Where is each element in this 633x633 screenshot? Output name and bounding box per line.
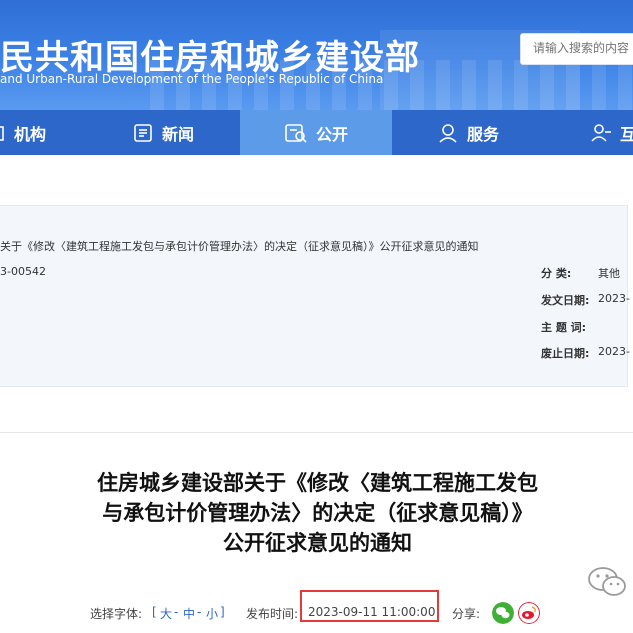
nav-item-service[interactable]: 服务 bbox=[437, 110, 547, 155]
wechat-share-icon[interactable] bbox=[492, 602, 514, 624]
nav-item-news[interactable]: 新闻 bbox=[132, 110, 242, 155]
interaction-icon bbox=[591, 123, 611, 142]
font-large-link[interactable]: 大 bbox=[160, 605, 172, 622]
font-medium-link[interactable]: 中 bbox=[183, 605, 195, 622]
publish-time-highlight bbox=[300, 590, 439, 622]
publish-time-label: 发布时间: bbox=[246, 607, 299, 621]
font-separator: - bbox=[174, 605, 179, 619]
nav-item-institutions[interactable]: 机构 bbox=[0, 110, 106, 155]
nav-item-disclosure[interactable]: 公开 bbox=[240, 110, 392, 155]
font-bracket-open: [ bbox=[152, 605, 157, 619]
document-title-field: 关于《修改〈建筑工程施工发包与承包计价管理办法〉的决定（征求意见稿）》公开征求意… bbox=[0, 240, 479, 253]
wechat-watermark-icon bbox=[588, 567, 626, 596]
article-title-line: 与承包计价管理办法〉的决定（征求意见稿）》 bbox=[102, 501, 533, 525]
article-title-line: 公开征求意见的通知 bbox=[223, 531, 412, 555]
search-box[interactable] bbox=[520, 33, 633, 65]
article-title: 住房城乡建设部关于《修改〈建筑工程施工发包 与承包计价管理办法〉的决定（征求意见… bbox=[40, 468, 595, 558]
nav-label: 新闻 bbox=[162, 124, 195, 144]
disclosure-icon bbox=[285, 123, 307, 143]
nav-item-interaction[interactable]: 互 bbox=[590, 110, 633, 155]
document-number-field: 3-00542 bbox=[0, 265, 46, 278]
main-nav: 机构 新闻 公开 服务 互 bbox=[0, 110, 633, 155]
site-subtitle: and Urban-Rural Development of the Peopl… bbox=[0, 72, 384, 86]
nav-label: 公开 bbox=[316, 124, 349, 144]
search-input[interactable] bbox=[521, 34, 633, 62]
expire-date-value: 2023- bbox=[598, 345, 630, 358]
document-info-panel bbox=[0, 205, 628, 387]
nav-label: 服务 bbox=[467, 124, 500, 144]
font-size-label: 选择字体: bbox=[90, 607, 143, 621]
expire-date-label: 废止日期: bbox=[541, 347, 590, 360]
divider bbox=[0, 432, 633, 433]
nav-label: 互 bbox=[620, 124, 633, 144]
font-small-link[interactable]: 小 bbox=[206, 605, 218, 622]
font-separator: - bbox=[197, 605, 202, 619]
subject-label: 主 题 词: bbox=[541, 321, 587, 334]
nav-label: 机构 bbox=[14, 124, 47, 144]
issue-date-label: 发文日期: bbox=[541, 294, 590, 307]
share-label: 分享: bbox=[452, 607, 481, 621]
news-icon bbox=[134, 123, 152, 142]
issue-date-value: 2023- bbox=[598, 292, 630, 305]
article-title-line: 住房城乡建设部关于《修改〈建筑工程施工发包 bbox=[97, 471, 538, 495]
font-bracket-close: ] bbox=[220, 605, 225, 619]
building-icon bbox=[0, 125, 4, 141]
service-icon bbox=[439, 123, 457, 143]
site-header: 民共和国住房和城乡建设部 and Urban-Rural Development… bbox=[0, 0, 633, 110]
category-label: 分 类: bbox=[541, 267, 572, 280]
weibo-share-icon[interactable] bbox=[518, 602, 540, 624]
category-value: 其他 bbox=[598, 267, 620, 280]
